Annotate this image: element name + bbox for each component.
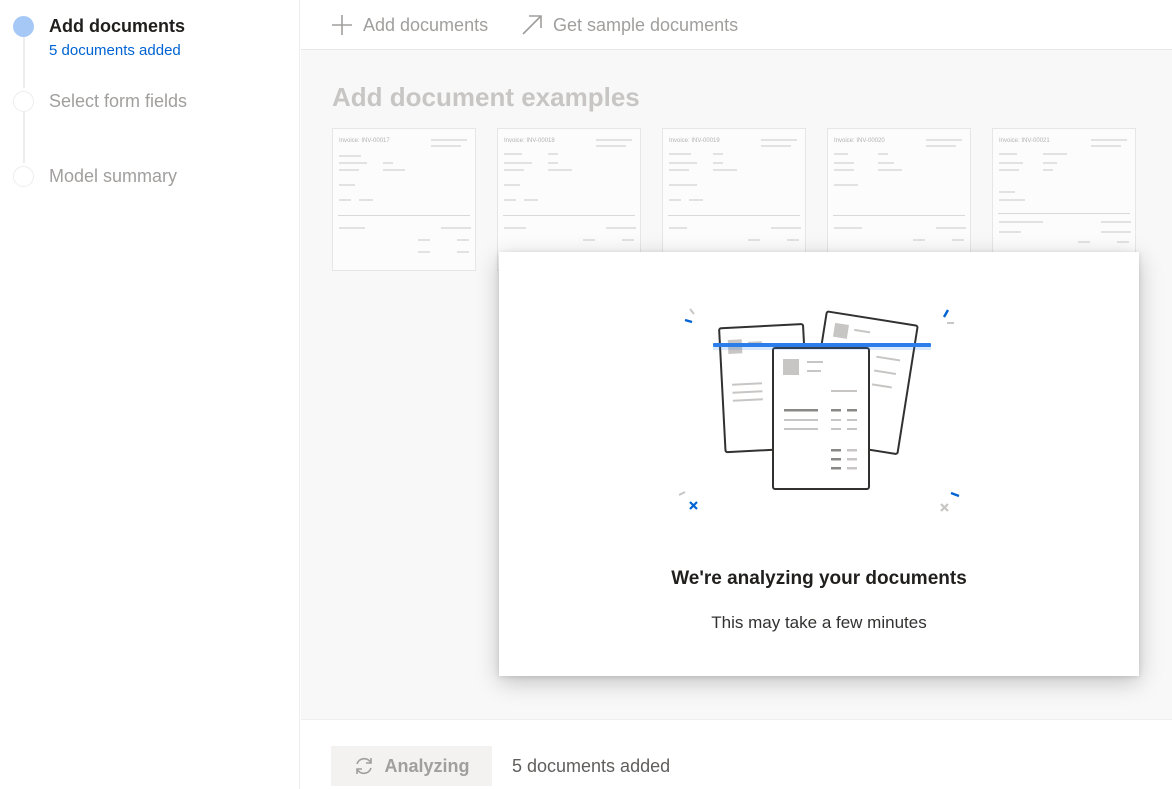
document-thumbnail[interactable]: Invoice: INV-00018: [497, 128, 641, 271]
sparkle-icon: [678, 491, 698, 510]
analyzing-label: Analyzing: [384, 755, 470, 776]
dialog-title: We're analyzing your documents: [671, 568, 967, 589]
add-documents-button[interactable]: Add documents: [331, 12, 488, 38]
get-sample-documents-button[interactable]: Get sample documents: [521, 12, 738, 38]
step-label: Model summary: [49, 166, 178, 186]
arrow-up-right-icon: [522, 15, 542, 35]
documents-count-status: 5 documents added: [512, 756, 671, 776]
document-thumbnail[interactable]: Invoice: INV-00020: [827, 128, 971, 271]
plus-icon: [332, 15, 352, 35]
step-indicator-pending: [13, 91, 34, 112]
analyzing-button[interactable]: Analyzing: [331, 746, 492, 786]
stepper-sidebar: Add documents 5 documents added Select f…: [0, 0, 300, 789]
step-connector: [23, 37, 25, 88]
get-sample-documents-label: Get sample documents: [553, 14, 739, 35]
sparkle-icon: [684, 308, 695, 324]
sync-icon: [356, 757, 373, 775]
document-thumbnail[interactable]: Invoice: INV-00019: [662, 128, 806, 271]
step-sublabel: 5 documents added: [49, 42, 181, 59]
step-indicator-pending: [13, 166, 34, 187]
command-bar: Add documents Get sample documents: [301, 0, 1172, 50]
analyzing-dialog: We're analyzing your documents This may …: [499, 252, 1139, 676]
document-label: Invoice: INV-00021: [999, 138, 1050, 144]
document-page: [772, 347, 870, 490]
scan-line: [713, 343, 931, 347]
footer-bar: Analyzing 5 documents added: [301, 719, 1172, 789]
document-thumbnail[interactable]: Invoice: INV-00017: [332, 128, 476, 271]
scanning-documents-illustration: [678, 308, 960, 512]
dialog-subtitle: This may take a few minutes: [711, 613, 927, 632]
sparkle-icon: [940, 491, 960, 512]
document-label: Invoice: INV-00018: [504, 138, 555, 144]
document-label: Invoice: INV-00019: [669, 138, 720, 144]
document-thumbnail[interactable]: Invoice: INV-00021: [992, 128, 1136, 271]
step-label: Select form fields: [49, 91, 188, 111]
step-label: Add documents: [49, 16, 186, 36]
document-label: Invoice: INV-00017: [339, 138, 390, 144]
document-label: Invoice: INV-00020: [834, 138, 885, 144]
step-indicator-active: [13, 16, 34, 37]
add-documents-label: Add documents: [363, 14, 489, 35]
step-connector: [23, 112, 25, 163]
page-title: Add document examples: [332, 82, 640, 112]
sparkle-icon: [942, 309, 954, 324]
